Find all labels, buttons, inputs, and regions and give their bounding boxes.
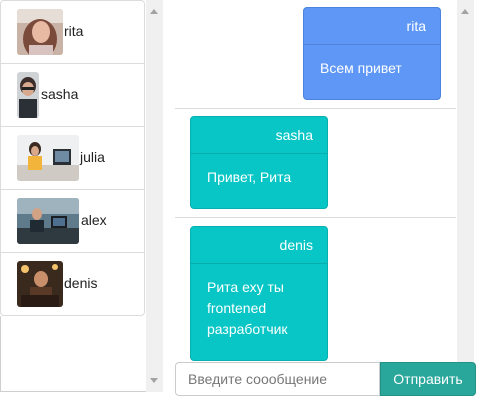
scroll-down-arrow-icon[interactable] [150, 378, 158, 383]
avatar [17, 261, 63, 307]
message-divider [175, 217, 456, 218]
contact-name: denis [64, 275, 98, 291]
avatar [17, 72, 39, 118]
contact-list: rita sasha julia alex denis [0, 0, 145, 316]
message-bubble: rita Всем привет [303, 7, 441, 100]
message-bubble: denis Рита еху ты frontened разработчик [190, 226, 328, 361]
message-input[interactable] [175, 362, 380, 396]
contact-item-denis[interactable]: denis [1, 253, 144, 316]
divider [0, 391, 146, 392]
scroll-up-arrow-icon[interactable] [150, 9, 158, 14]
contact-name: alex [81, 212, 107, 228]
avatar [17, 198, 79, 244]
contact-item-julia[interactable]: julia [1, 127, 144, 190]
message-text: Привет, Рита [207, 169, 292, 185]
scroll-up-arrow-icon[interactable] [461, 9, 469, 14]
message-author: rita [304, 8, 440, 45]
message-divider [175, 108, 456, 109]
message-text: Рита еху ты frontened разработчик [207, 279, 288, 337]
contact-name: julia [80, 149, 105, 165]
contact-item-alex[interactable]: alex [1, 190, 144, 253]
divider [0, 316, 1, 392]
contact-item-rita[interactable]: rita [1, 1, 144, 64]
chat-scrollbar[interactable] [457, 0, 474, 362]
send-button[interactable]: Отправить [380, 362, 476, 396]
message-author: denis [191, 227, 327, 264]
chat-messages: rita Всем привет sasha Привет, Рита deni… [175, 0, 456, 362]
message-bubble: sasha Привет, Рита [190, 116, 328, 209]
message-author: sasha [191, 117, 327, 154]
message-text: Всем привет [320, 60, 402, 76]
contact-name: rita [64, 23, 84, 39]
avatar [17, 9, 63, 55]
contact-name: sasha [41, 86, 79, 102]
contact-item-sasha[interactable]: sasha [1, 64, 144, 127]
contacts-scrollbar[interactable] [146, 0, 163, 392]
avatar [17, 135, 79, 181]
